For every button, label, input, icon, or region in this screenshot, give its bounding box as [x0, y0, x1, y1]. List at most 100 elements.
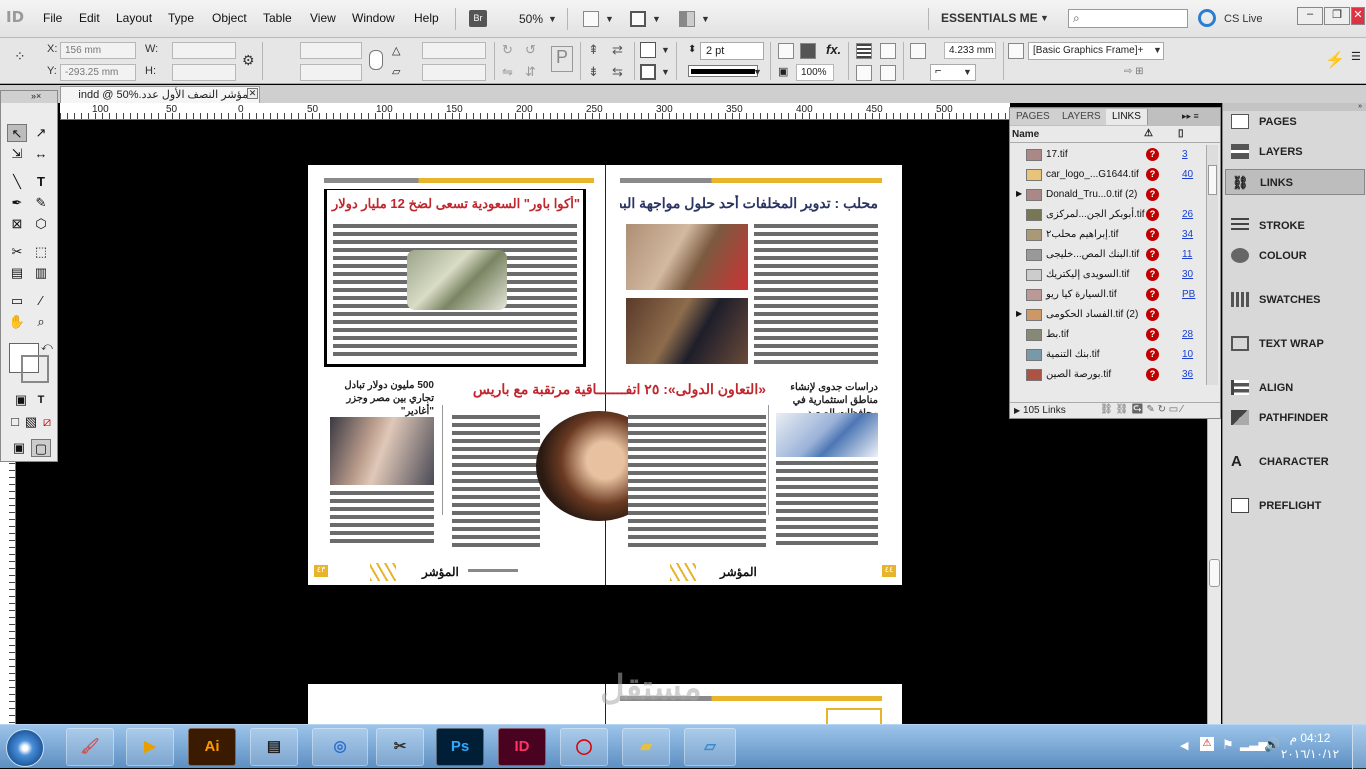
polygon-tool-icon[interactable]: ⬡ — [31, 215, 51, 233]
select-content-icon[interactable]: ⇟ — [588, 64, 599, 80]
page-column-icon[interactable]: ▯ — [1178, 128, 1184, 139]
text-wrap-jump-icon[interactable] — [880, 65, 896, 81]
flip-horizontal-icon[interactable]: ⇋ — [502, 64, 513, 80]
scale-y-field[interactable] — [300, 64, 362, 81]
screen-mode-icon[interactable] — [630, 11, 646, 27]
link-page[interactable]: PB — [1182, 289, 1195, 300]
link-page[interactable]: 36 — [1182, 369, 1193, 380]
panel-pages[interactable]: PAGES — [1225, 109, 1365, 135]
panel-stroke[interactable]: STROKE — [1225, 213, 1365, 239]
panel-swatches[interactable]: SWATCHES — [1225, 287, 1365, 313]
select-next-icon[interactable]: ⇆ — [612, 64, 623, 80]
taskbar-app-opera[interactable]: ◯ — [560, 728, 608, 766]
name-column-header[interactable]: Name — [1012, 129, 1039, 140]
zoom-dropdown-icon[interactable]: ▼ — [548, 14, 557, 24]
panel-preflight[interactable]: PREFLIGHT — [1225, 493, 1365, 519]
tray-app-icon[interactable]: ⚠ — [1200, 737, 1214, 751]
menu-window[interactable]: Window — [352, 11, 395, 25]
link-page[interactable]: 28 — [1182, 329, 1193, 340]
scroll-thumb[interactable] — [1208, 165, 1217, 195]
y-field[interactable]: -293.25 mm — [60, 64, 136, 81]
menu-table[interactable]: Table — [263, 11, 292, 25]
taskbar-app-paint[interactable]: 🖌 — [66, 728, 114, 766]
chevron-down-icon[interactable]: ▼ — [605, 14, 614, 24]
pen-tool-icon[interactable]: ✒ — [7, 194, 27, 212]
gradient-swatch-tool-icon[interactable]: ▤ — [7, 264, 27, 282]
constrain-proportions-icon[interactable]: ⚙ — [242, 52, 255, 69]
pencil-tool-icon[interactable]: ✎ — [31, 194, 51, 212]
chevron-down-icon[interactable]: ▼ — [753, 67, 762, 77]
taskbar-app-photoshop[interactable]: Ps — [436, 728, 484, 766]
taskbar-app-notes[interactable]: ▱ — [684, 728, 736, 766]
missing-link-icon[interactable]: ? — [1146, 148, 1159, 161]
h-field[interactable] — [172, 64, 236, 81]
effects-icon[interactable] — [800, 43, 816, 59]
status-column-icon[interactable]: ⚠ — [1144, 128, 1153, 139]
panel-align[interactable]: ALIGN — [1225, 375, 1365, 401]
chevron-down-icon[interactable]: ▼ — [661, 67, 670, 77]
text-wrap-bounding-icon[interactable] — [880, 43, 896, 59]
link-row[interactable]: بنك التنمية.tif? 10 — [1010, 345, 1206, 365]
menu-object[interactable]: Object — [212, 11, 247, 25]
toolbox-header[interactable]: »× — [1, 91, 57, 103]
taskbar-app-indesign[interactable]: ID — [498, 728, 546, 766]
show-desktop-button[interactable] — [1352, 725, 1366, 769]
missing-link-icon[interactable]: ? — [1146, 208, 1159, 221]
type-tool-icon[interactable]: T — [31, 173, 51, 191]
direct-selection-tool-icon[interactable]: ↗ — [31, 124, 51, 142]
link-row[interactable]: ▶ الفساد الحكومى.tif (2)? — [1010, 305, 1206, 325]
missing-link-icon[interactable]: ? — [1146, 328, 1159, 341]
taskbar-app-tools[interactable]: ✂ — [376, 728, 424, 766]
rotate-90-cw-icon[interactable]: ↻ — [502, 42, 513, 58]
scroll-thumb[interactable] — [1209, 559, 1220, 587]
minimize-button[interactable]: – — [1297, 7, 1323, 25]
missing-link-icon[interactable]: ? — [1146, 308, 1159, 321]
clock-date[interactable]: ٢٠١٦/١٠/١٢ — [1280, 747, 1340, 761]
start-button[interactable] — [6, 729, 44, 767]
reference-point-icon[interactable]: ⁘ — [14, 48, 38, 72]
expand-icon[interactable]: ▶ — [1016, 309, 1022, 318]
preview-view-icon[interactable]: ▢ — [31, 439, 51, 457]
scale-x-field[interactable] — [300, 42, 362, 59]
link-row[interactable]: إبراهيم محلب٢.tif? 34 — [1010, 225, 1206, 245]
missing-link-icon[interactable]: ? — [1146, 168, 1159, 181]
x-field[interactable]: 156 mm — [60, 42, 136, 59]
links-scrollbar[interactable] — [1206, 145, 1218, 385]
restore-button[interactable]: ❐ — [1324, 7, 1350, 25]
missing-link-icon[interactable]: ? — [1146, 228, 1159, 241]
chevron-down-icon[interactable]: ▼ — [701, 14, 710, 24]
missing-link-icon[interactable]: ? — [1146, 368, 1159, 381]
close-button[interactable]: ✕ — [1351, 7, 1365, 25]
chevron-down-icon[interactable]: ▼ — [652, 14, 661, 24]
tray-volume-icon[interactable]: 🔊 — [1264, 737, 1280, 753]
missing-link-icon[interactable]: ? — [1146, 268, 1159, 281]
link-page[interactable]: 34 — [1182, 229, 1193, 240]
eyedropper-tool-icon[interactable]: ⁄ — [31, 292, 51, 310]
apply-none-icon[interactable]: ⧄ — [37, 413, 57, 431]
link-page[interactable]: 40 — [1182, 169, 1193, 180]
link-row[interactable]: car_logo_...G1644.tif? 40 — [1010, 165, 1206, 185]
stroke-color-swatch[interactable] — [21, 355, 49, 383]
stroke-weight-stepper-icon[interactable]: ⬍ — [688, 44, 696, 55]
tab-links[interactable]: LINKS — [1106, 109, 1148, 125]
close-tab-icon[interactable]: ✕ — [247, 88, 258, 99]
menu-type[interactable]: Type — [168, 11, 194, 25]
corner-options-icon[interactable] — [910, 43, 926, 59]
chevron-down-icon[interactable]: ▼ — [1153, 45, 1162, 55]
menu-edit[interactable]: Edit — [79, 11, 100, 25]
clock-time[interactable]: 04:12 م — [1280, 731, 1340, 745]
opacity-field[interactable]: 100% — [796, 64, 834, 81]
link-row[interactable]: البنك المص...خليجى.tif? 11 — [1010, 245, 1206, 265]
object-style-select[interactable]: [Basic Graphics Frame]+ — [1028, 42, 1164, 60]
line-tool-icon[interactable]: ╲ — [7, 173, 27, 191]
chevron-down-icon[interactable]: ▼ — [1040, 13, 1049, 23]
note-tool-icon[interactable]: ▭ — [7, 292, 27, 310]
link-page[interactable]: 30 — [1182, 269, 1193, 280]
cslive-icon[interactable] — [1198, 9, 1216, 27]
fill-swatch[interactable] — [640, 42, 656, 58]
link-page[interactable]: 3 — [1182, 149, 1188, 160]
horizontal-ruler[interactable]: 100 50 0 50 100 150 200 250 300 350 400 … — [60, 103, 1010, 120]
menu-view[interactable]: View — [310, 11, 336, 25]
view-options-icon[interactable] — [583, 11, 599, 27]
workspace-switcher[interactable]: ESSENTIALS ME — [941, 11, 1038, 25]
